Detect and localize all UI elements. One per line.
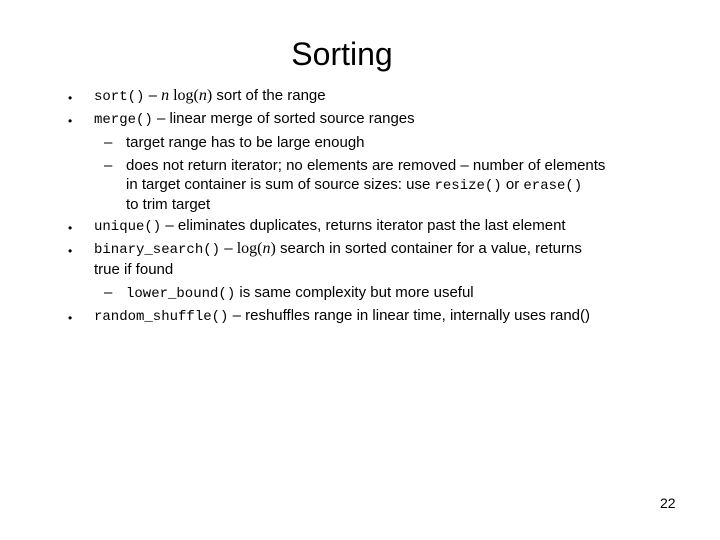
separator: – xyxy=(228,307,246,324)
subitem-no-iterator-line1: does not return iterator; no elements ar… xyxy=(126,157,606,174)
subitem-no-iterator-line2: in target container is sum of source siz… xyxy=(126,176,583,194)
bullet-marker: • xyxy=(68,244,73,258)
bullet-text: eliminates duplicates, returns iterator … xyxy=(177,217,566,234)
bullet-text: reshuffles range in linear time, interna… xyxy=(245,307,590,324)
bullet-text: sort of the range xyxy=(212,87,326,104)
code-erase: erase() xyxy=(523,178,583,194)
code-sort: sort() xyxy=(94,89,145,105)
bullet-random-shuffle: random_shuffle() – reshuffles range in l… xyxy=(94,306,590,327)
bullet-marker: • xyxy=(68,91,73,105)
slide-title: Sorting xyxy=(291,36,393,72)
subitem-lower-bound: lower_bound() is same complexity but mor… xyxy=(126,284,474,302)
bullet-text: linear merge of sorted source ranges xyxy=(169,110,415,127)
dash-marker: – xyxy=(104,157,113,174)
separator: – xyxy=(220,240,237,257)
separator: – xyxy=(144,87,162,104)
bullet-merge: merge() – linear merge of sorted source … xyxy=(94,109,415,130)
separator: – xyxy=(161,217,178,234)
code-merge: merge() xyxy=(94,112,153,128)
code-resize: resize() xyxy=(434,178,502,194)
code-unique: unique() xyxy=(94,219,162,235)
bullet-text: search in sorted container for a value, … xyxy=(275,240,582,257)
math-complexity: n log(n) xyxy=(161,87,213,104)
dash-marker: – xyxy=(104,284,113,301)
bullet-binary-search: binary_search() – log(n) search in sorte… xyxy=(94,239,582,260)
code-random-shuffle: random_shuffle() xyxy=(94,309,229,325)
bullet-binary-search-line2: true if found xyxy=(94,261,174,278)
dash-marker: – xyxy=(104,134,113,151)
math-complexity: log(n) xyxy=(236,240,276,257)
subitem-target-range: target range has to be large enough xyxy=(126,134,365,151)
code-lower-bound: lower_bound() xyxy=(126,286,236,302)
page-number: 22 xyxy=(660,495,676,511)
bullet-marker: • xyxy=(68,221,73,235)
bullet-unique: unique() – eliminates duplicates, return… xyxy=(94,216,566,237)
separator: – xyxy=(152,110,170,127)
code-binary-search: binary_search() xyxy=(94,242,221,258)
bullet-marker: • xyxy=(68,311,73,325)
bullet-marker: • xyxy=(68,114,73,128)
subitem-no-iterator-line3: to trim target xyxy=(126,196,211,213)
bullet-sort: sort() – n log(n) sort of the range xyxy=(94,86,326,107)
